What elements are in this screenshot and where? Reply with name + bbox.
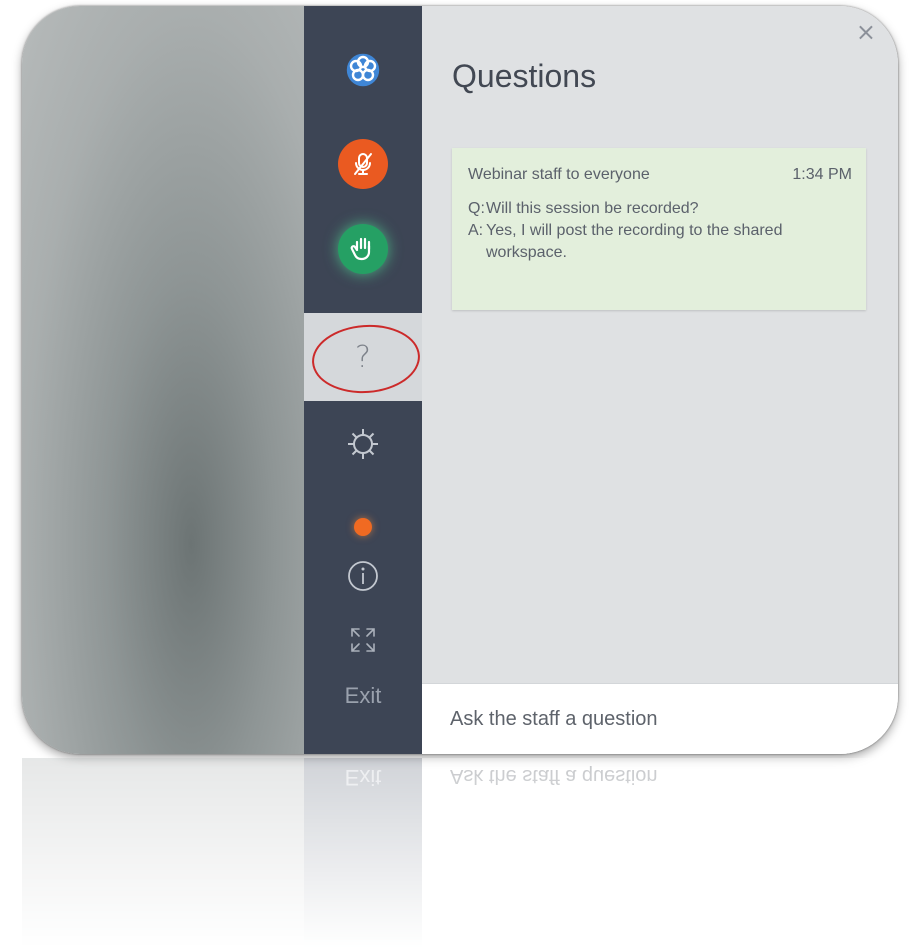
question-input-bar [422, 683, 898, 754]
raise-hand-button[interactable] [338, 224, 388, 274]
question-text: Will this session be recorded? [486, 200, 699, 217]
exit-button[interactable]: Exit [304, 683, 422, 709]
message-card: Webinar staff to everyone 1:34 PM Q: Wil… [452, 148, 866, 310]
info-icon [348, 561, 378, 591]
questions-panel: × Questions Webinar staff to everyone 1:… [422, 6, 898, 754]
reflection-video [22, 758, 304, 948]
question-input[interactable] [450, 707, 850, 731]
status-dot-icon [354, 518, 372, 536]
mute-button[interactable] [338, 139, 388, 189]
fullscreen-button[interactable] [348, 625, 378, 655]
question-prefix: Q: [468, 200, 485, 217]
app-logo-icon [343, 50, 383, 90]
message-header: Webinar staff to everyone 1:34 PM [468, 166, 852, 184]
reflection-input-text: Ask the staff a question [450, 765, 658, 787]
questions-tab[interactable]: ? [304, 313, 423, 401]
panel-title: Questions [452, 58, 597, 94]
settings-gear-icon [348, 429, 378, 459]
mic-muted-icon [354, 153, 372, 175]
settings-button[interactable] [345, 426, 381, 462]
answer-line: A: Yes, I will post the recording to the… [468, 220, 852, 264]
video-area [22, 6, 304, 754]
app-window: ? Exit × Questions Webinar staff to ever… [22, 6, 898, 754]
highlight-ring [309, 321, 423, 397]
info-button[interactable] [346, 559, 380, 593]
message-sender: Webinar staff to everyone [468, 166, 650, 183]
answer-text: Yes, I will post the recording to the sh… [486, 222, 783, 261]
control-rail: ? Exit [304, 6, 423, 754]
answer-prefix: A: [468, 222, 484, 239]
raise-hand-icon [350, 237, 371, 261]
question-line: Q: Will this session be recorded? [468, 198, 852, 220]
reflection-exit: Exit [344, 765, 382, 790]
message-time: 1:34 PM [792, 166, 852, 183]
close-icon[interactable]: × [856, 20, 876, 44]
fullscreen-icon [351, 628, 375, 652]
reflection: Exit Ask the staff a question [22, 758, 898, 948]
